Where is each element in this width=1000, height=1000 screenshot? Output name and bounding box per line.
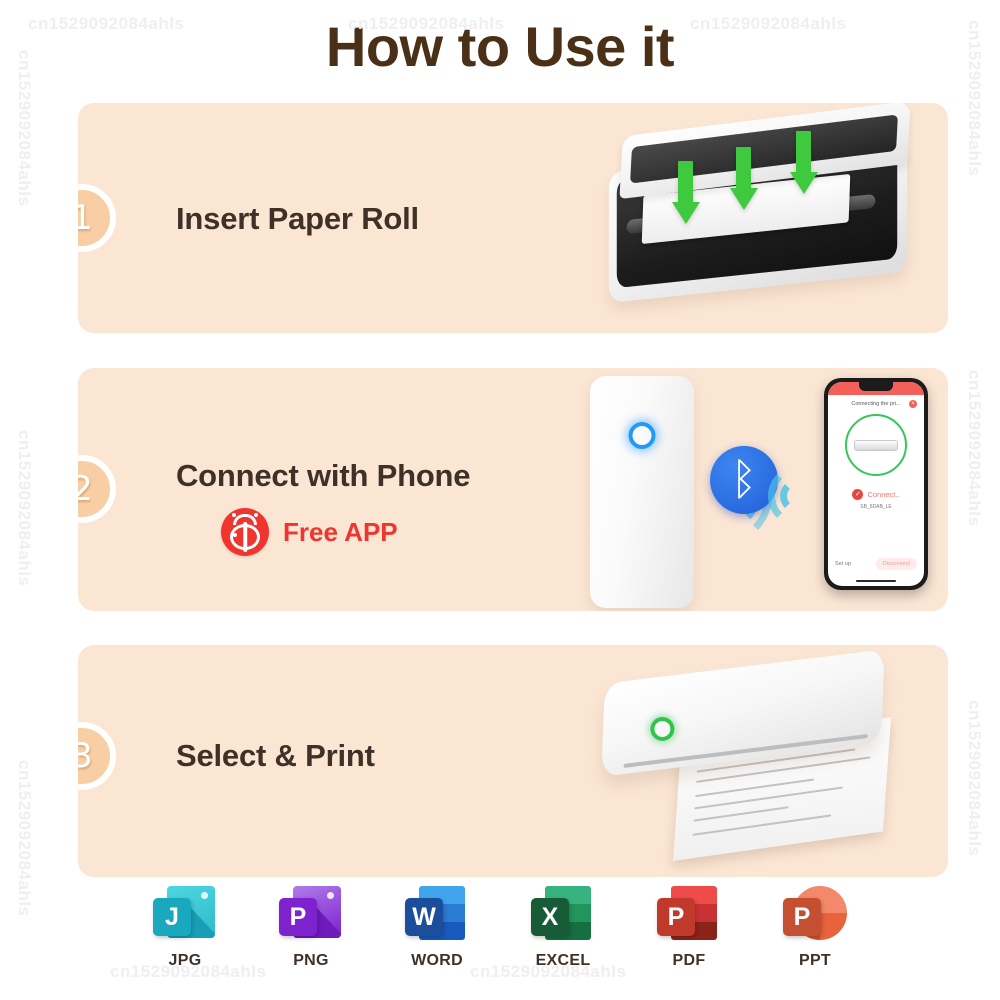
connection-status-row: ✓ Connect.. xyxy=(828,489,924,500)
down-arrow-icon xyxy=(790,131,818,194)
watermark: cn1529092084ahls xyxy=(15,430,34,587)
phone-status-bar xyxy=(828,382,924,395)
device-thumbnail xyxy=(854,439,898,451)
phone-action-row: Set up Disconnect xyxy=(828,558,924,570)
excel-icon: X xyxy=(527,884,599,946)
connect-illustration: ᛒ Connecting the pri... × ✓ Connect.. SB… xyxy=(582,368,942,611)
file-type-item[interactable]: P PPT xyxy=(779,884,851,970)
step-label-1: Insert Paper Roll xyxy=(176,201,419,236)
file-type-item[interactable]: P PDF xyxy=(653,884,725,970)
word-icon: W xyxy=(401,884,473,946)
file-type-item[interactable]: W WORD xyxy=(401,884,473,970)
printing-illustration xyxy=(592,645,922,877)
ant-app-logo-icon xyxy=(221,508,269,556)
file-type-label: PPT xyxy=(798,952,832,969)
step-number-badge-1: 1 xyxy=(78,184,116,252)
phone-home-indicator xyxy=(856,579,896,582)
free-app-row: Free APP xyxy=(221,508,398,556)
file-type-label: PDF xyxy=(672,952,706,969)
phone-mockup: Connecting the pri... × ✓ Connect.. SB_6… xyxy=(824,378,928,590)
step-number-badge-2: 2 xyxy=(78,455,116,523)
ppt-icon: P xyxy=(779,884,851,946)
file-type-label: JPG xyxy=(168,952,202,969)
close-icon[interactable]: × xyxy=(909,400,917,408)
setup-button[interactable]: Set up xyxy=(835,561,851,567)
device-highlight-ring xyxy=(845,414,907,476)
file-type-label: WORD xyxy=(411,952,463,969)
file-type-item[interactable]: X EXCEL xyxy=(527,884,599,970)
file-type-label: PNG xyxy=(293,952,329,969)
step-number-badge-3: 3 xyxy=(78,722,116,790)
supported-file-types: J JPG P PNG W WORD X EXCEL P PDF P PPT xyxy=(0,884,1000,970)
connect-status-label: Connect.. xyxy=(867,490,900,499)
step-card-1: 1 Insert Paper Roll xyxy=(78,103,948,333)
printer-led-indicator xyxy=(628,422,656,449)
watermark: cn1529092084ahls xyxy=(965,700,984,857)
disconnect-button[interactable]: Disconnect xyxy=(875,558,917,570)
printer-led-indicator xyxy=(650,716,675,741)
file-type-item[interactable]: J JPG xyxy=(149,884,221,970)
free-app-label: Free APP xyxy=(283,516,398,547)
device-name-label: SB_6DAB_LE xyxy=(860,504,892,510)
page-title: How to Use it xyxy=(323,13,677,81)
phone-header-title: Connecting the pri... xyxy=(851,401,901,407)
step-label-2: Connect with Phone xyxy=(176,458,471,493)
check-icon: ✓ xyxy=(852,489,864,500)
step-card-3: 3 Select & Print xyxy=(78,645,948,877)
watermark: cn1529092084ahls xyxy=(965,370,984,527)
down-arrow-icon xyxy=(672,161,700,224)
step-card-2: 2 Connect with Phone Free APP ᛒ Connecti… xyxy=(78,368,948,611)
pdf-icon: P xyxy=(653,884,725,946)
file-type-item[interactable]: P PNG xyxy=(275,884,347,970)
phone-screen: Connecting the pri... × ✓ Connect.. SB_6… xyxy=(828,382,924,586)
png-icon: P xyxy=(275,884,347,946)
how-to-use-infographic: cn1529092084ahls cn1529092084ahls cn1529… xyxy=(0,0,1000,1000)
page-title-container: How to Use it xyxy=(0,13,1000,81)
file-type-label: EXCEL xyxy=(535,952,591,969)
step-label-3: Select & Print xyxy=(176,738,375,773)
jpg-icon: J xyxy=(149,884,221,946)
down-arrow-icon xyxy=(730,147,758,210)
open-printer-illustration xyxy=(590,103,930,333)
